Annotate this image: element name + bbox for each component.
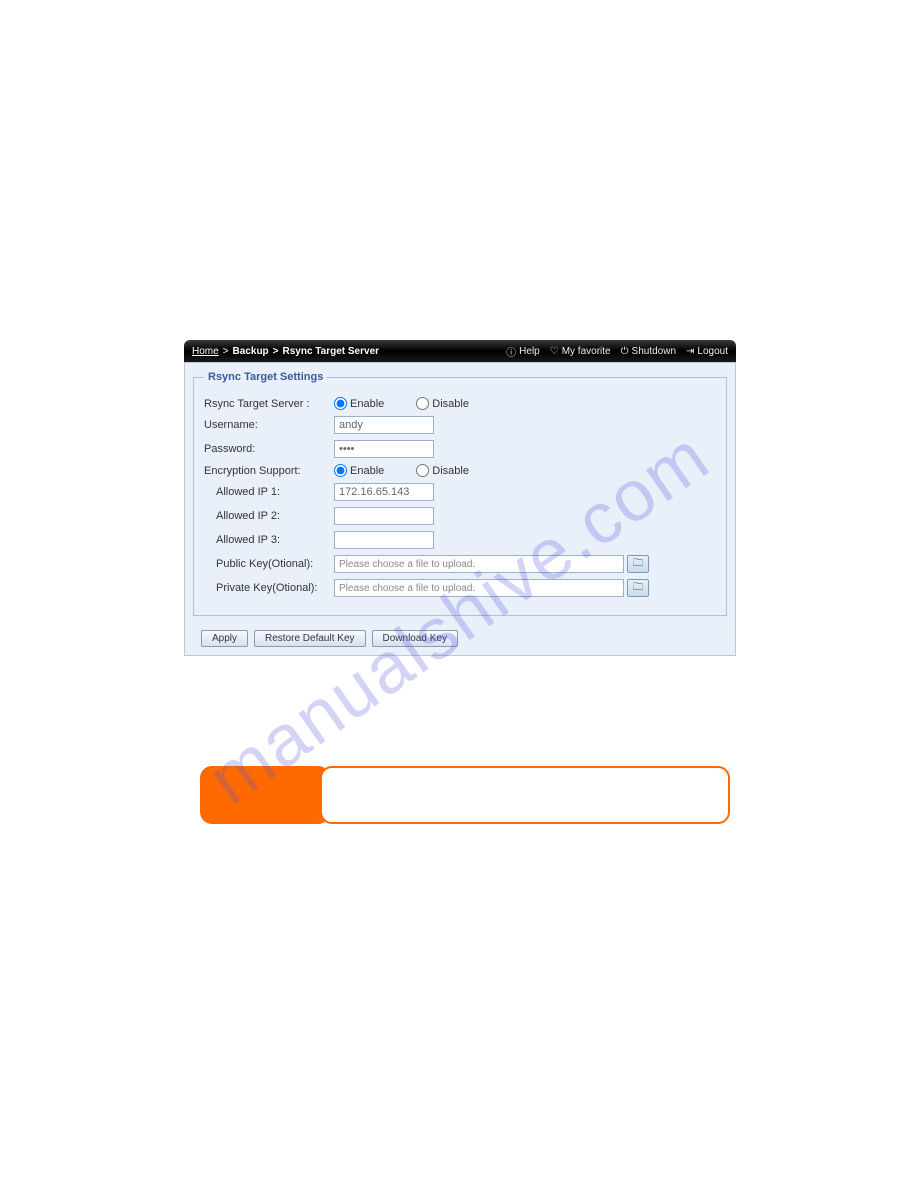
label-username: Username: [204, 419, 334, 431]
fieldset-legend: Rsync Target Settings [204, 371, 327, 383]
download-key-button[interactable]: Download Key [372, 630, 458, 647]
heart-icon: ♡ [550, 346, 559, 357]
label-ip3: Allowed IP 3: [204, 534, 334, 546]
label-encryption: Encryption Support: [204, 465, 334, 477]
label-ip2: Allowed IP 2: [204, 510, 334, 522]
folder-icon: 🗀 [633, 556, 643, 573]
favorite-link[interactable]: ♡ My favorite [550, 346, 611, 357]
pubkey-file-display[interactable]: Please choose a file to upload. [334, 555, 624, 573]
folder-icon: 🗀 [633, 580, 643, 597]
apply-button[interactable]: Apply [201, 630, 248, 647]
panel: Rsync Target Settings Rsync Target Serve… [184, 362, 736, 656]
rsync-settings-fieldset: Rsync Target Settings Rsync Target Serve… [193, 371, 727, 616]
label-pubkey: Public Key(Otional): [204, 558, 334, 570]
help-icon: ⓘ [506, 344, 516, 359]
favorite-label: My favorite [562, 346, 611, 357]
pubkey-browse-button[interactable]: 🗀 [627, 555, 649, 573]
row-ip3: Allowed IP 3: [204, 531, 716, 549]
encryption-enable-radio[interactable] [334, 464, 347, 477]
row-ip1: Allowed IP 1: [204, 483, 716, 501]
note-body [320, 766, 730, 824]
breadcrumb-sep: > [223, 346, 229, 357]
privkey-browse-button[interactable]: 🗀 [627, 579, 649, 597]
row-ip2: Allowed IP 2: [204, 507, 716, 525]
topbar-actions: ⓘ Help ♡ My favorite ⏻ Shutdown ⇥ Logout [506, 344, 728, 359]
help-label: Help [519, 346, 540, 357]
enable-label: Enable [350, 398, 384, 410]
logout-link[interactable]: ⇥ Logout [686, 346, 728, 357]
encryption-disable-radio[interactable] [416, 464, 429, 477]
target-disable-option[interactable]: Disable [416, 397, 469, 410]
breadcrumb-current: Rsync Target Server [283, 346, 380, 357]
logout-icon: ⇥ [686, 346, 694, 357]
row-pubkey: Public Key(Otional): Please choose a fil… [204, 555, 716, 573]
row-username: Username: [204, 416, 716, 434]
label-ip1: Allowed IP 1: [204, 486, 334, 498]
label-privkey: Private Key(Otional): [204, 582, 334, 594]
enable-label: Enable [350, 465, 384, 477]
power-icon: ⏻ [621, 346, 629, 357]
row-encryption: Encryption Support: Enable Disable [204, 464, 716, 477]
target-disable-radio[interactable] [416, 397, 429, 410]
encryption-radio-group: Enable Disable [334, 464, 469, 477]
row-password: Password: [204, 440, 716, 458]
ip2-input[interactable] [334, 507, 434, 525]
disable-label: Disable [432, 465, 469, 477]
label-password: Password: [204, 443, 334, 455]
admin-panel: Home > Backup > Rsync Target Server ⓘ He… [184, 340, 736, 656]
note-tab [200, 766, 330, 824]
row-target: Rsync Target Server : Enable Disable [204, 397, 716, 410]
breadcrumb-home[interactable]: Home [192, 346, 219, 357]
breadcrumb-sep: > [273, 346, 279, 357]
logout-label: Logout [697, 346, 728, 357]
privkey-file-display[interactable]: Please choose a file to upload. [334, 579, 624, 597]
note-callout [200, 766, 730, 824]
password-input[interactable] [334, 440, 434, 458]
button-row: Apply Restore Default Key Download Key [193, 630, 727, 647]
help-link[interactable]: ⓘ Help [506, 344, 540, 359]
topbar: Home > Backup > Rsync Target Server ⓘ He… [184, 340, 736, 362]
breadcrumb-backup: Backup [233, 346, 269, 357]
disable-label: Disable [432, 398, 469, 410]
target-enable-radio[interactable] [334, 397, 347, 410]
ip3-input[interactable] [334, 531, 434, 549]
label-target: Rsync Target Server : [204, 398, 334, 410]
target-radio-group: Enable Disable [334, 397, 469, 410]
shutdown-link[interactable]: ⏻ Shutdown [621, 346, 676, 357]
row-privkey: Private Key(Otional): Please choose a fi… [204, 579, 716, 597]
encryption-disable-option[interactable]: Disable [416, 464, 469, 477]
shutdown-label: Shutdown [632, 346, 676, 357]
target-enable-option[interactable]: Enable [334, 397, 384, 410]
username-input[interactable] [334, 416, 434, 434]
breadcrumb: Home > Backup > Rsync Target Server [192, 346, 379, 357]
restore-default-key-button[interactable]: Restore Default Key [254, 630, 366, 647]
encryption-enable-option[interactable]: Enable [334, 464, 384, 477]
ip1-input[interactable] [334, 483, 434, 501]
